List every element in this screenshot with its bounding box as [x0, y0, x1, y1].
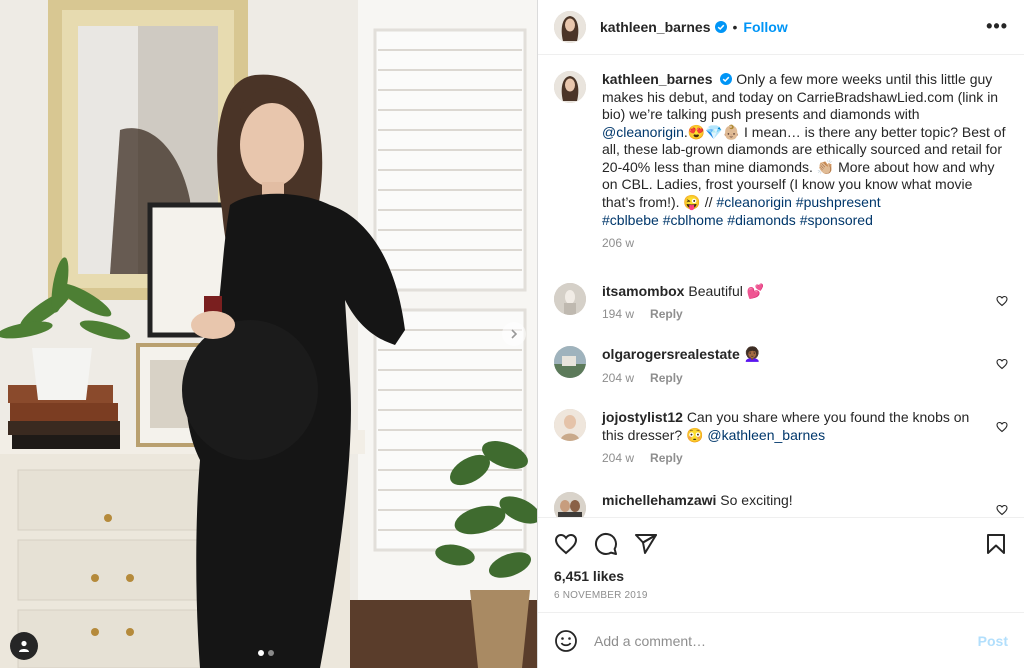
save-button[interactable]	[984, 532, 1008, 556]
comment-item: itsamombox Beautiful 💕 194 w Reply	[554, 282, 1008, 324]
author-username[interactable]: kathleen_barnes	[600, 19, 711, 35]
caption-text: kathleen_barnes Only a few more weeks un…	[602, 71, 1008, 229]
comment-time[interactable]: 194 w	[602, 306, 634, 324]
comment-text: So exciting!	[720, 492, 793, 509]
next-arrow-icon	[511, 329, 518, 339]
reply-button[interactable]: Reply	[650, 370, 683, 388]
share-icon	[635, 534, 657, 555]
comment-item: olgarogersrealestate 👩🏾‍🦱 204 w Reply	[554, 346, 1008, 387]
post-header: kathleen_barnes • Follow •••	[538, 0, 1024, 55]
more-options-icon[interactable]: •••	[986, 16, 1008, 37]
share-button[interactable]	[634, 532, 658, 556]
next-photo-button[interactable]	[502, 322, 526, 346]
commenter-username[interactable]: olgarogersrealestate	[602, 346, 740, 362]
reply-button[interactable]: Reply	[650, 306, 683, 324]
comment-button[interactable]	[594, 532, 618, 556]
comment-text: 👩🏾‍🦱	[743, 346, 762, 363]
post-comment-button[interactable]: Post	[978, 633, 1008, 649]
add-comment-bar: Post	[538, 612, 1024, 668]
comment-item: jojostylist12 Can you share where you fo…	[554, 409, 1008, 468]
heart-icon	[554, 534, 578, 555]
reply-button[interactable]: Reply	[650, 450, 683, 468]
comment-mention-link[interactable]: @kathleen_barnes	[707, 427, 825, 443]
carousel-indicator	[258, 650, 274, 656]
emoji-icon	[555, 629, 577, 652]
bookmark-icon	[987, 534, 1005, 555]
caption-mention-link[interactable]: @cleanorigin	[602, 124, 684, 140]
commenter-username[interactable]: jojostylist12	[602, 409, 683, 425]
user-tags-button[interactable]	[10, 632, 38, 660]
heart-icon[interactable]	[996, 421, 1008, 433]
caption: kathleen_barnes Only a few more weeks un…	[554, 70, 1008, 253]
caption-username[interactable]: kathleen_barnes	[602, 71, 713, 87]
commenter-avatar[interactable]	[554, 282, 586, 315]
user-tag-icon	[19, 640, 29, 652]
commenter-avatar[interactable]	[554, 409, 586, 442]
caption-time[interactable]: 206 w	[602, 235, 634, 253]
comment-item: michellehamzawi So exciting!	[554, 492, 1008, 518]
comment-icon	[594, 533, 617, 556]
commenter-avatar[interactable]	[554, 492, 586, 518]
commenter-avatar[interactable]	[554, 346, 586, 379]
post-dialog: kathleen_barnes • Follow ••• kathleen_ba…	[0, 0, 1024, 668]
like-button[interactable]	[554, 532, 578, 556]
comment-time[interactable]: 204 w	[602, 370, 634, 388]
commenter-username[interactable]: michellehamzawi	[602, 492, 716, 508]
emoji-button[interactable]	[554, 629, 578, 653]
commenter-username[interactable]: itsamombox	[602, 283, 684, 299]
heart-icon[interactable]	[996, 295, 1008, 307]
comment-time[interactable]: 204 w	[602, 450, 634, 468]
author-avatar[interactable]	[554, 10, 586, 43]
verified-badge-icon	[720, 72, 733, 85]
carousel-dot-active	[258, 650, 264, 656]
likes-count[interactable]: 6,451 likes	[554, 568, 1008, 584]
caption-hashtags-line-1[interactable]: #cleanorigin #pushpresent	[716, 194, 880, 210]
caption-hashtags-line-2[interactable]: #cblbebe #cblhome #diamonds #sponsored	[602, 212, 873, 228]
post-date: 6 November 2019	[554, 590, 648, 602]
carousel-dot	[268, 650, 274, 656]
comment-input[interactable]	[594, 632, 978, 649]
header-separator: •	[732, 18, 738, 35]
heart-icon[interactable]	[996, 504, 1008, 516]
verified-badge-icon	[714, 20, 727, 33]
photo-illustration	[0, 0, 537, 668]
post-side-panel: kathleen_barnes • Follow ••• kathleen_ba…	[537, 0, 1024, 668]
post-photo[interactable]	[0, 0, 537, 668]
comments-list[interactable]: kathleen_barnes Only a few more weeks un…	[538, 55, 1024, 518]
comment-text: Beautiful 💕	[688, 282, 765, 299]
author-avatar[interactable]	[554, 70, 586, 103]
follow-button[interactable]: Follow	[743, 19, 787, 35]
heart-icon[interactable]	[996, 358, 1008, 370]
post-actions: 6,451 likes 6 November 2019	[538, 517, 1024, 612]
